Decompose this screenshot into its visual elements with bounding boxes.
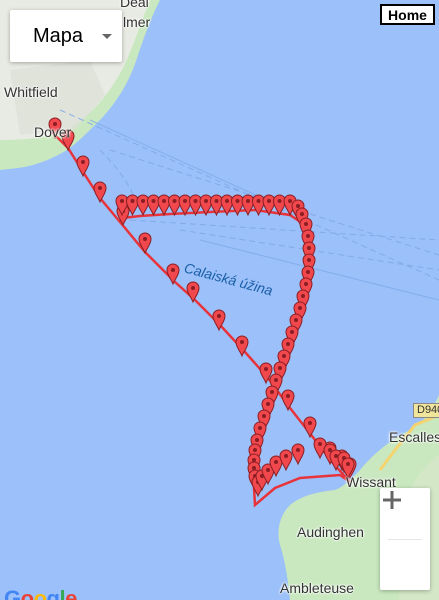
map-pin-icon[interactable]	[291, 443, 305, 466]
map-type-dropdown[interactable]: Mapa	[10, 10, 122, 62]
map-pin-icon[interactable]	[157, 194, 171, 217]
map-pin-icon[interactable]	[281, 389, 295, 412]
map-type-label: Mapa	[33, 24, 84, 47]
map-pin-icon[interactable]	[93, 181, 107, 204]
map-pin-icon[interactable]	[138, 232, 152, 255]
road-shield-d940: D940	[413, 403, 439, 418]
map-pin-icon[interactable]	[146, 194, 161, 217]
map-canvas[interactable]: Deal lmer Whitfield Dover Calaiská úžina…	[0, 0, 439, 600]
map-pin-icon[interactable]	[279, 449, 293, 472]
place-label-dover: Dover	[34, 124, 72, 140]
place-label-ambleteuse: Ambleteuse	[280, 580, 354, 596]
home-button[interactable]: Home	[380, 4, 435, 25]
place-label-audinghen: Audinghen	[297, 524, 364, 540]
map-pin-icon[interactable]	[186, 281, 200, 304]
map-pin-icon[interactable]	[241, 194, 255, 217]
map-pin-icon[interactable]	[303, 416, 317, 439]
place-label-escalles: Escalles	[389, 429, 439, 445]
map-pin-icon[interactable]	[136, 194, 150, 217]
minus-icon	[383, 498, 401, 502]
chevron-down-icon	[102, 34, 112, 39]
map-pin-icon[interactable]	[166, 263, 180, 286]
map-layer	[0, 0, 439, 600]
map-pin-icon[interactable]	[167, 194, 182, 217]
place-label-walmer: lmer	[123, 14, 151, 30]
zoom-divider	[388, 539, 422, 540]
zoom-control	[380, 488, 430, 590]
google-logo: Google	[4, 586, 77, 600]
place-label-whitfield: Whitfield	[4, 84, 58, 100]
zoom-out-button[interactable]	[380, 498, 430, 588]
map-pin-icon[interactable]	[76, 155, 90, 178]
place-label-deal: Deal	[120, 0, 149, 10]
